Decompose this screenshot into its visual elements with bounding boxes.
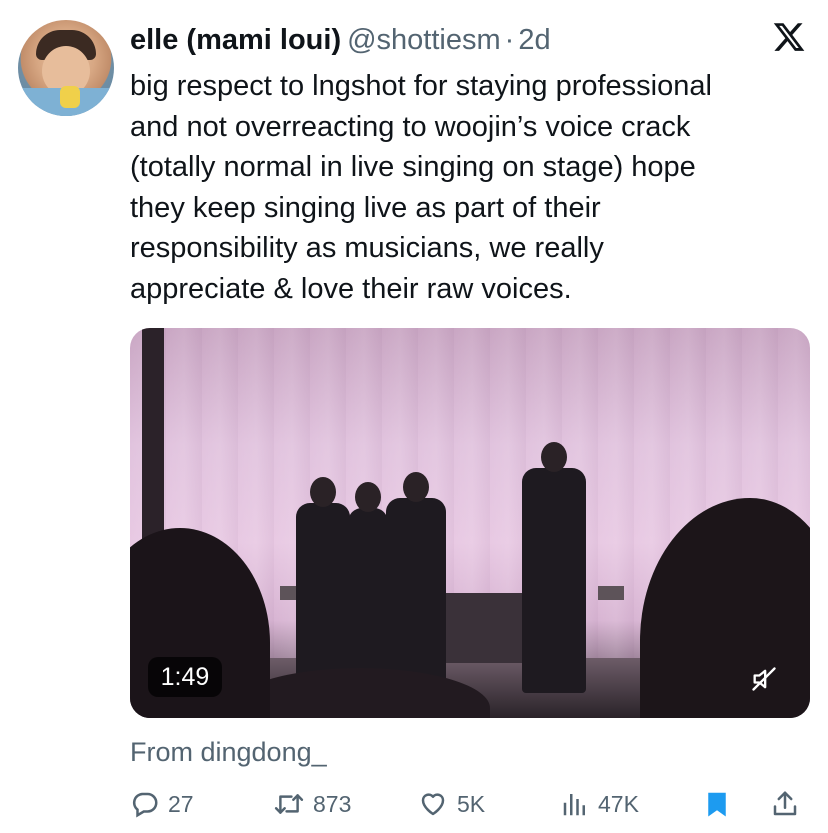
reply-icon [132,792,158,818]
share-icon [773,791,797,816]
separator-dot: · [504,24,515,56]
views-button[interactable]: 47K [560,784,639,824]
tweet-text-line: appreciate & love their raw voices. [130,272,572,305]
video-player[interactable] [130,328,810,718]
avatar-toy [60,86,80,108]
performer [386,472,446,688]
x-logo-icon [772,20,806,54]
bookmark-button[interactable] [702,784,732,824]
performer [296,477,350,683]
like-button[interactable]: 5K [417,784,485,824]
like-count: 5K [457,790,486,817]
performer-head [355,482,381,512]
views-icon [563,794,585,816]
performer [348,482,388,678]
views-count: 47K [598,790,639,817]
tweet-header: elle (mami loui) @shottiesm · 2d [130,20,551,60]
tweet-text-line: they keep singing live as part of their [130,191,601,224]
performer-head [310,477,336,507]
reply-count: 27 [168,790,194,817]
repost-icon [274,794,304,814]
performer-head [541,442,567,472]
video-duration-badge: 1:49 [148,657,222,697]
performer-head [403,472,429,502]
user-handle[interactable]: @shottiesm [347,24,501,56]
action-bar: 27 873 5K 47K [130,784,810,824]
tweet-text: big respect to lngshot for staying profe… [130,66,810,309]
muted-speaker-icon [752,667,776,691]
mute-toggle-button[interactable] [736,660,792,698]
repost-count: 873 [313,790,352,817]
source-attribution[interactable]: From dingdong_ [130,734,327,770]
heart-icon [421,793,445,816]
share-button[interactable] [770,784,800,824]
avatar[interactable] [18,20,114,116]
bookmark-icon [708,792,726,817]
stage-light [598,586,624,600]
display-name[interactable]: elle (mami loui) [130,24,341,56]
performer [522,442,586,693]
reply-button[interactable]: 27 [130,784,194,824]
tweet-text-line: (totally normal in live singing on stage… [130,151,696,183]
tweet-text-line: responsibility as musicians, we really [130,232,604,264]
timestamp[interactable]: 2d [518,24,550,56]
tweet-text-line: and not overreacting to woojin’s voice c… [130,110,691,143]
repost-button[interactable]: 873 [273,784,351,824]
tweet-text-line: big respect to lngshot for staying profe… [130,70,712,102]
